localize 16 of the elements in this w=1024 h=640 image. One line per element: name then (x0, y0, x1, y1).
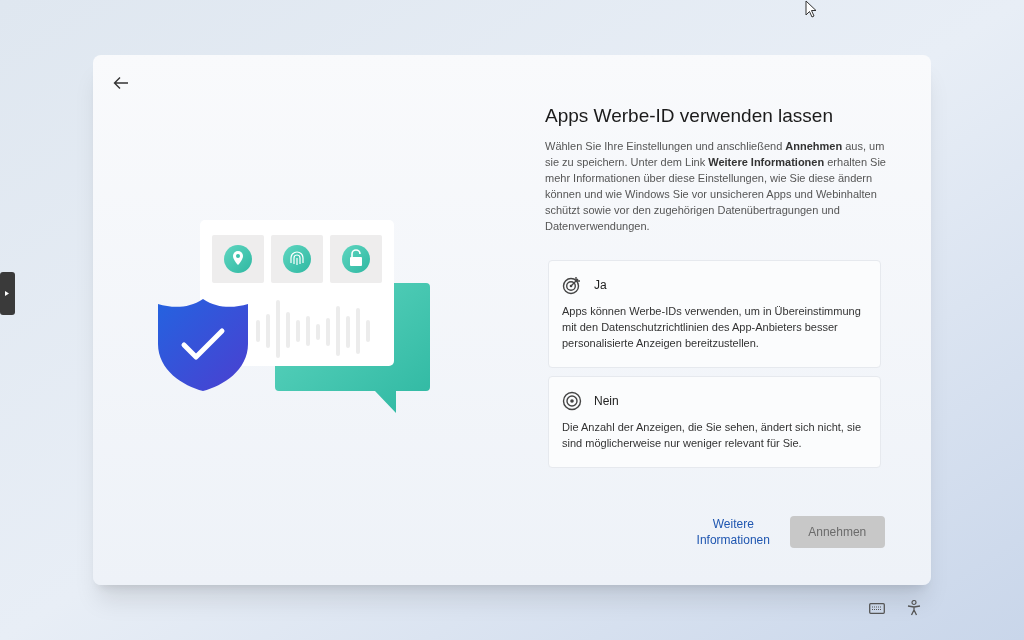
option-card[interactable]: Nein Die Anzahl der Anzeigen, die Sie sehen, ändert sich nicht, sie sind möglicherweise nur weniger relevant für Sie. (548, 376, 881, 468)
option-description: Die Anzahl der Anzeigen, die Sie sehen, ändert sich nicht, sie sind möglicherweise nur weniger relevant für Sie. (562, 420, 863, 451)
pointer-icon (805, 0, 817, 18)
back-arrow-icon (113, 76, 129, 90)
option-description: Apps können Werbe-IDs verwenden, um in Übereinstimmung mit den Datenschutzrichtlinien des App-Anbieters besser personalisierte Anzeigen bereitzustellen. (562, 304, 862, 351)
accessibility-icon[interactable] (907, 600, 921, 616)
description-text: Wählen Sie Ihre Einstellungen und anschließend Annehmen aus, um sie zu speichern. Unter dem Link Weitere Informationen erhalten Sie mehr Informationen über diese Einstellungen, wie Sie diese ändern können und wie Windows Sie vor unsicheren Apps und Webinhalten schützt sowie vor den zugehörigen Datenübertragungen und Datenverwendungen. (545, 139, 887, 234)
keyboard-icon[interactable] (869, 603, 885, 614)
more-info-link[interactable]: Weitere Informationen (693, 516, 774, 548)
side-tab-icon[interactable] (0, 272, 15, 315)
dialog-title: Apps Werbe-ID verwenden lassen (545, 104, 834, 128)
option-label: Nein (594, 393, 619, 410)
target-icon (562, 275, 582, 295)
option-card[interactable]: Ja Apps können Werbe-IDs verwenden, um in Übereinstimmung mit den Datenschutzrichtlinien des App-Anbieters besser personalisierte Anzeigen bereitzustellen. (548, 260, 881, 368)
target-icon (562, 391, 582, 411)
option-label: Ja (594, 277, 607, 294)
